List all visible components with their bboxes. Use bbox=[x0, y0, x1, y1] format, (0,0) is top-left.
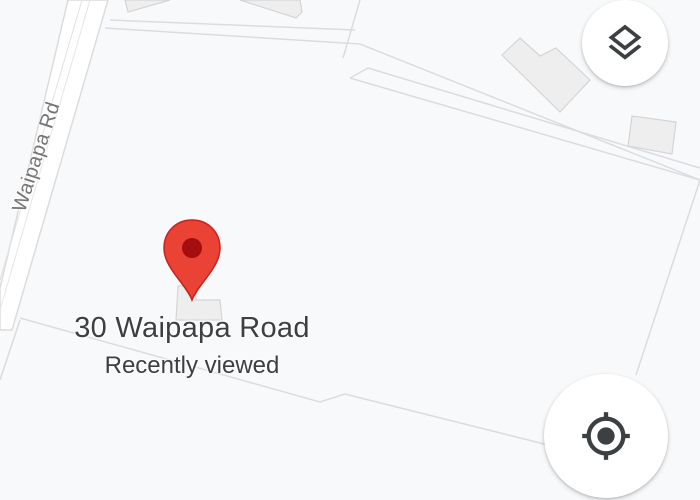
building bbox=[501, 37, 591, 113]
building bbox=[124, 0, 171, 13]
layers-button[interactable] bbox=[582, 0, 668, 86]
layers-icon bbox=[608, 24, 642, 60]
place-title[interactable]: 30 Waipapa Road bbox=[74, 312, 310, 345]
map-canvas[interactable]: Waipapa Rd 30 Waipapa Road Recently view… bbox=[0, 0, 700, 500]
my-location-icon bbox=[582, 412, 630, 460]
place-subtitle: Recently viewed bbox=[104, 352, 280, 379]
building bbox=[239, 0, 303, 19]
my-location-button[interactable] bbox=[544, 374, 668, 498]
location-pin-icon[interactable] bbox=[162, 218, 222, 302]
road-waipapa bbox=[0, 0, 109, 331]
